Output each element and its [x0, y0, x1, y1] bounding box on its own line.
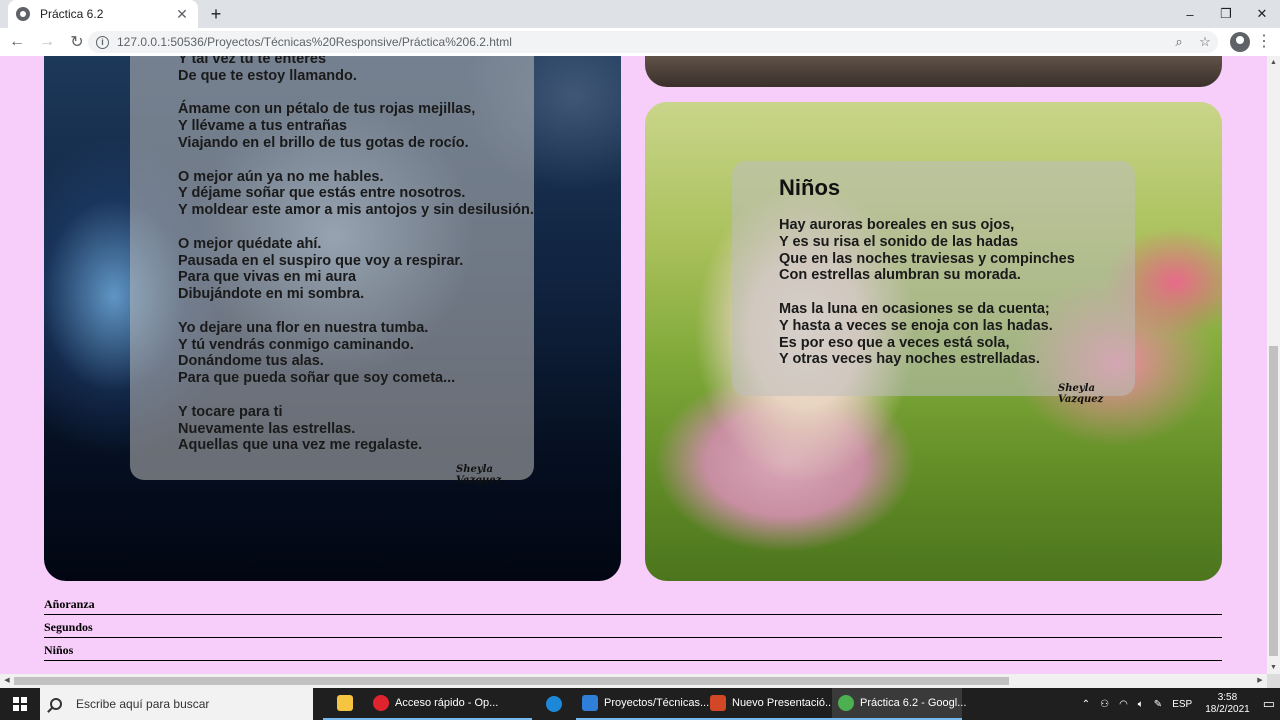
- powerpoint-icon: [710, 695, 726, 711]
- poem-card-left: Y tal vez tú te enteres De que te estoy …: [44, 56, 621, 581]
- scroll-left-arrow-icon[interactable]: ◀: [0, 674, 14, 688]
- horizontal-scroll-thumb[interactable]: [14, 677, 1009, 685]
- poem-link-label[interactable]: Niños: [44, 643, 73, 658]
- input-language[interactable]: ESP: [1167, 699, 1197, 710]
- poem-body: Hay auroras boreales en sus ojos, Y es s…: [779, 217, 1075, 368]
- taskbar-clock[interactable]: 3:58 18/2/2021: [1197, 692, 1258, 716]
- taskbar-app-label: Nuevo Presentació...: [732, 697, 835, 709]
- taskbar-app-label: Práctica 6.2 - Googl...: [860, 697, 967, 709]
- taskbar-app-label: Proyectos/Técnicas...: [604, 697, 710, 709]
- address-bar[interactable]: i 127.0.0.1:50536/Proyectos/Técnicas%20R…: [88, 31, 1218, 53]
- file-explorer-icon: [337, 695, 353, 711]
- taskbar-app-file-explorer[interactable]: [323, 688, 367, 720]
- scroll-up-arrow-icon[interactable]: ▲: [1267, 56, 1280, 69]
- browser-tab[interactable]: Práctica 6.2 ✕: [8, 0, 198, 28]
- maximize-button[interactable]: ❐: [1208, 0, 1244, 28]
- windows-taskbar: Escribe aquí para buscar Acceso rápido -…: [0, 688, 1280, 720]
- poem-link-segundos[interactable]: Segundos: [44, 615, 1222, 638]
- browser-menu-icon[interactable]: ⋮: [1256, 33, 1272, 51]
- browser-toolbar: ← → ↻ i 127.0.0.1:50536/Proyectos/Técnic…: [0, 28, 1280, 56]
- taskbar-app-powerpoint[interactable]: Nuevo Presentació...: [704, 688, 835, 720]
- poem-signature: Sheyla Vazquez: [456, 464, 502, 486]
- window-controls: – ❐ ✕: [1172, 0, 1280, 28]
- search-icon: [50, 698, 62, 710]
- site-favicon-icon: [16, 7, 30, 21]
- people-icon[interactable]: ⚇: [1095, 699, 1114, 710]
- bookmark-star-icon[interactable]: ☆: [1192, 34, 1218, 50]
- forward-arrow-icon[interactable]: →: [34, 29, 60, 55]
- show-hidden-icons-icon[interactable]: ⌃: [1077, 699, 1095, 710]
- scroll-right-arrow-icon[interactable]: ▶: [1253, 674, 1267, 688]
- poem-signature: Sheyla Vazquez: [1058, 383, 1104, 405]
- taskbar-app-edge[interactable]: [532, 688, 576, 720]
- vertical-scroll-thumb[interactable]: [1269, 346, 1278, 656]
- taskbar-app-opera[interactable]: Acceso rápido - Op...: [367, 688, 532, 720]
- editor-icon: [582, 695, 598, 711]
- taskbar-app-label: Acceso rápido - Op...: [395, 697, 499, 709]
- scroll-corner: [1267, 674, 1280, 688]
- pen-icon[interactable]: ✎: [1149, 699, 1167, 710]
- chrome-icon: [838, 695, 854, 711]
- profile-avatar-icon[interactable]: [1230, 32, 1250, 52]
- close-window-button[interactable]: ✕: [1244, 0, 1280, 28]
- tab-title: Práctica 6.2: [40, 7, 104, 21]
- scroll-down-arrow-icon[interactable]: ▼: [1267, 661, 1280, 674]
- page-viewport: Y tal vez tú te enteres De que te estoy …: [0, 56, 1267, 674]
- poem-text-box: Y tal vez tú te enteres De que te estoy …: [130, 56, 534, 486]
- reload-icon[interactable]: ↻: [64, 29, 90, 55]
- edge-icon: [546, 696, 562, 712]
- clock-time: 3:58: [1217, 692, 1238, 703]
- poem-text-box: Niños Hay auroras boreales en sus ojos, …: [732, 161, 1135, 405]
- taskbar-search-box[interactable]: Escribe aquí para buscar: [40, 688, 313, 720]
- network-icon[interactable]: ◠: [1114, 699, 1133, 710]
- site-info-icon[interactable]: i: [96, 35, 109, 49]
- poem-body: Y tal vez tú te enteres De que te estoy …: [178, 56, 534, 454]
- poem-card-ninos: Niños Hay auroras boreales en sus ojos, …: [645, 102, 1222, 581]
- volume-icon[interactable]: 🔈︎: [1133, 699, 1149, 710]
- horizontal-scrollbar[interactable]: ◀ ▶: [0, 674, 1267, 688]
- previous-card-image: [645, 56, 1222, 87]
- new-tab-button[interactable]: +: [206, 4, 226, 24]
- poem-link-label[interactable]: Añoranza: [44, 597, 95, 612]
- opera-icon: [373, 695, 389, 711]
- windows-logo-icon: [13, 697, 27, 711]
- search-placeholder: Escribe aquí para buscar: [76, 697, 210, 711]
- notifications-icon[interactable]: ▭: [1258, 696, 1280, 712]
- taskbar-app-chrome[interactable]: Práctica 6.2 - Googl...: [832, 688, 966, 720]
- start-button[interactable]: [0, 688, 40, 720]
- url-text[interactable]: 127.0.0.1:50536/Proyectos/Técnicas%20Res…: [117, 35, 1166, 49]
- back-arrow-icon[interactable]: ←: [4, 29, 30, 55]
- clock-date: 18/2/2021: [1205, 704, 1250, 715]
- vertical-scrollbar[interactable]: ▲ ▼: [1267, 56, 1280, 674]
- taskbar-app-editor[interactable]: Proyectos/Técnicas...: [576, 688, 709, 720]
- poem-title: Niños: [779, 175, 841, 200]
- zoom-icon[interactable]: ⌕: [1166, 34, 1192, 50]
- system-tray: ⌃ ⚇ ◠ 🔈︎ ✎ ESP 3:58 18/2/2021 ▭: [1077, 688, 1280, 720]
- minimize-button[interactable]: –: [1172, 0, 1208, 28]
- tab-strip: Práctica 6.2 ✕ + – ❐ ✕: [0, 0, 1280, 28]
- tab-close-icon[interactable]: ✕: [174, 6, 190, 23]
- poem-link-ninos[interactable]: Niños: [44, 638, 1222, 661]
- poem-link-label[interactable]: Segundos: [44, 620, 93, 635]
- poem-link-anoranza[interactable]: Añoranza: [44, 592, 1222, 615]
